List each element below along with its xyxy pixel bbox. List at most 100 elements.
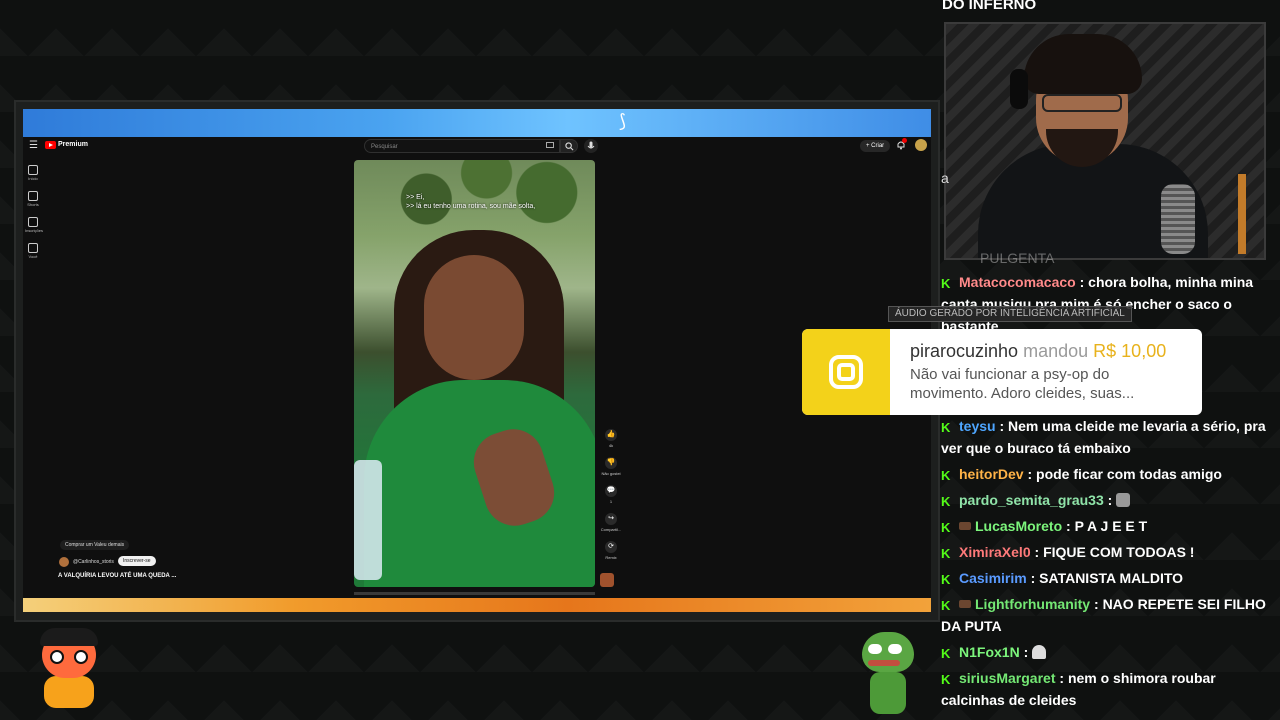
comment-button[interactable]: 💬 1 [600, 485, 622, 504]
pepe-eye [888, 644, 902, 654]
dislike-icon: 👎 [605, 457, 617, 469]
donation-logo-icon [829, 355, 863, 389]
remix-button[interactable]: ⟳ Remix [600, 541, 622, 560]
kick-badge-icon: K [941, 420, 951, 435]
shorts-icon [28, 191, 38, 201]
chat-message: K Matacocomacaco : chora bolha, minha min… [941, 274, 1254, 334]
video-progress-bar[interactable] [354, 592, 595, 595]
chat-message: KsiriusMargaret : nem o shimora roubar c… [941, 670, 1216, 708]
chat-username[interactable]: heitorDev [959, 466, 1024, 482]
microphone-icon [587, 141, 595, 149]
kick-badge-icon: K [941, 598, 951, 613]
like-button[interactable]: 👍 4k [600, 429, 622, 448]
chat-username[interactable]: Lightforhumanity [975, 596, 1090, 612]
keyboard-icon[interactable] [546, 142, 554, 148]
comment-icon: 💬 [605, 485, 617, 497]
streamer-glasses [1042, 94, 1122, 112]
chat-message: K Casimirim : SATANISTA MALDITO [941, 570, 1184, 587]
chat-message: K N1Fox1N : [941, 641, 1266, 663]
sidebar-item-subscriptions[interactable]: Inscrições [25, 217, 43, 233]
kick-badge-icon: K [941, 276, 951, 291]
voice-search-button[interactable] [584, 139, 598, 153]
mascot-character-left [34, 628, 104, 714]
ai-audio-label: ÁUDIO GERADO POR INTELIGÊNCIA ARTIFICIAL [888, 306, 1132, 322]
search-input[interactable]: Pesquisar [364, 139, 560, 153]
headphones [1010, 69, 1028, 109]
kick-badge-icon: K [941, 546, 951, 561]
create-button[interactable]: + Criar [860, 140, 891, 152]
chat-message: Kpardo_semita_grau33 : [941, 489, 1266, 511]
chat-username[interactable]: teysu [959, 418, 996, 434]
ghost-emote-icon [1032, 645, 1047, 659]
streamer-hair [1024, 34, 1142, 94]
youtube-logo-icon[interactable] [45, 141, 56, 149]
emote-icon [1116, 493, 1131, 507]
youtube-brand[interactable]: Premium [58, 141, 88, 148]
video-water-bottle [354, 460, 382, 580]
like-icon: 👍 [605, 429, 617, 441]
sky-banner: ⟆ [23, 109, 931, 137]
kick-badge-icon: K [941, 520, 951, 535]
kick-badge-icon: K [941, 646, 951, 661]
sound-thumbnail[interactable] [600, 573, 614, 587]
buy-thanks-button[interactable]: Comprar um Valeu demais [60, 540, 130, 550]
subscribe-button[interactable]: Inscrever-se [118, 556, 156, 566]
mascot-body [44, 676, 94, 708]
kick-badge-icon: K [941, 572, 951, 587]
alert-icon-box [802, 329, 890, 415]
mascot-eye [74, 650, 88, 664]
subscriber-badge-icon [959, 600, 971, 608]
donation-amount: R$ 10,00 [1093, 341, 1167, 361]
dislike-button[interactable]: 👎 Não gostei [600, 457, 622, 476]
pepe-body [870, 672, 906, 714]
subscriptions-icon [28, 217, 38, 227]
chat-fragment-hidden: PULGENTA [980, 250, 1055, 266]
remix-icon: ⟳ [605, 541, 617, 553]
ground-banner [23, 598, 931, 612]
sidebar-item-you[interactable]: Você [25, 243, 41, 259]
video-title[interactable]: A VALQUÍRIA LEVOU ATÉ UMA QUEDA ... [58, 573, 176, 579]
chat-username[interactable]: LucasMoreto [975, 518, 1062, 534]
donation-message: Não vai funcionar a psy-op do movimento.… [910, 366, 1135, 402]
background-stick [1238, 174, 1246, 254]
chat-message: K Lightforhumanity : NAO REPETE SEI FILHO… [941, 596, 1266, 634]
channel-avatar[interactable] [59, 557, 69, 567]
hamburger-menu-icon[interactable]: ☰ [29, 140, 38, 151]
search-icon [565, 142, 574, 151]
donation-header: pirarocuzinho mandou R$ 10,00 [910, 341, 1166, 362]
search-button[interactable] [560, 139, 578, 153]
sidebar-item-home[interactable]: Início [25, 165, 41, 181]
chat-fragment: a [941, 170, 949, 186]
channel-name[interactable]: @Carlinhos_storis [73, 559, 114, 565]
account-avatar[interactable] [915, 139, 927, 151]
chat-username[interactable]: XimiraXel0 [959, 544, 1031, 560]
short-video-player[interactable]: >> Ei, >> lá eu tenho uma rotina, sou mã… [354, 160, 595, 587]
mascot-eye [50, 650, 64, 664]
pepe-mouth [868, 660, 900, 666]
kick-badge-icon: K [941, 494, 951, 509]
donor-name: pirarocuzinho [910, 341, 1019, 361]
home-icon [28, 165, 38, 175]
chat-message: K XimiraXel0 : FIQUE COM TODOAS ! [941, 544, 1195, 561]
microphone [1161, 184, 1195, 254]
youtube-window: ☰ Premium Pesquisar + Criar Início Short… [23, 137, 931, 598]
chat-username[interactable]: pardo_semita_grau33 [959, 492, 1104, 508]
chat-username[interactable]: Casimirim [959, 570, 1027, 586]
chat-username[interactable]: Matacocomacaco [959, 274, 1076, 290]
share-icon: ↪ [605, 513, 617, 525]
notification-badge [902, 138, 907, 143]
pepe-mascot-right [858, 632, 920, 714]
share-button[interactable]: ↪ Compartil... [600, 513, 622, 532]
chat-message: K LucasMoreto : P A J E E T [941, 518, 1148, 535]
pepe-eye [868, 644, 882, 654]
chat-username[interactable]: N1Fox1N [959, 644, 1020, 660]
chat-username[interactable]: siriusMargaret [959, 670, 1055, 686]
chat-message: KheitorDev : pode ficar com todas amigo [941, 466, 1222, 483]
chat-message: Kteysu : Nem uma cleide me levaria a sér… [941, 418, 1266, 456]
mascot-hat [40, 628, 98, 646]
lightning-icon: ⟆ [619, 111, 627, 131]
donation-verb: mandou [1023, 341, 1089, 361]
sidebar-item-shorts[interactable]: Shorts [25, 191, 41, 207]
video-person-face [424, 255, 524, 380]
chat-text: SATANISTA MALDITO [1039, 570, 1184, 586]
